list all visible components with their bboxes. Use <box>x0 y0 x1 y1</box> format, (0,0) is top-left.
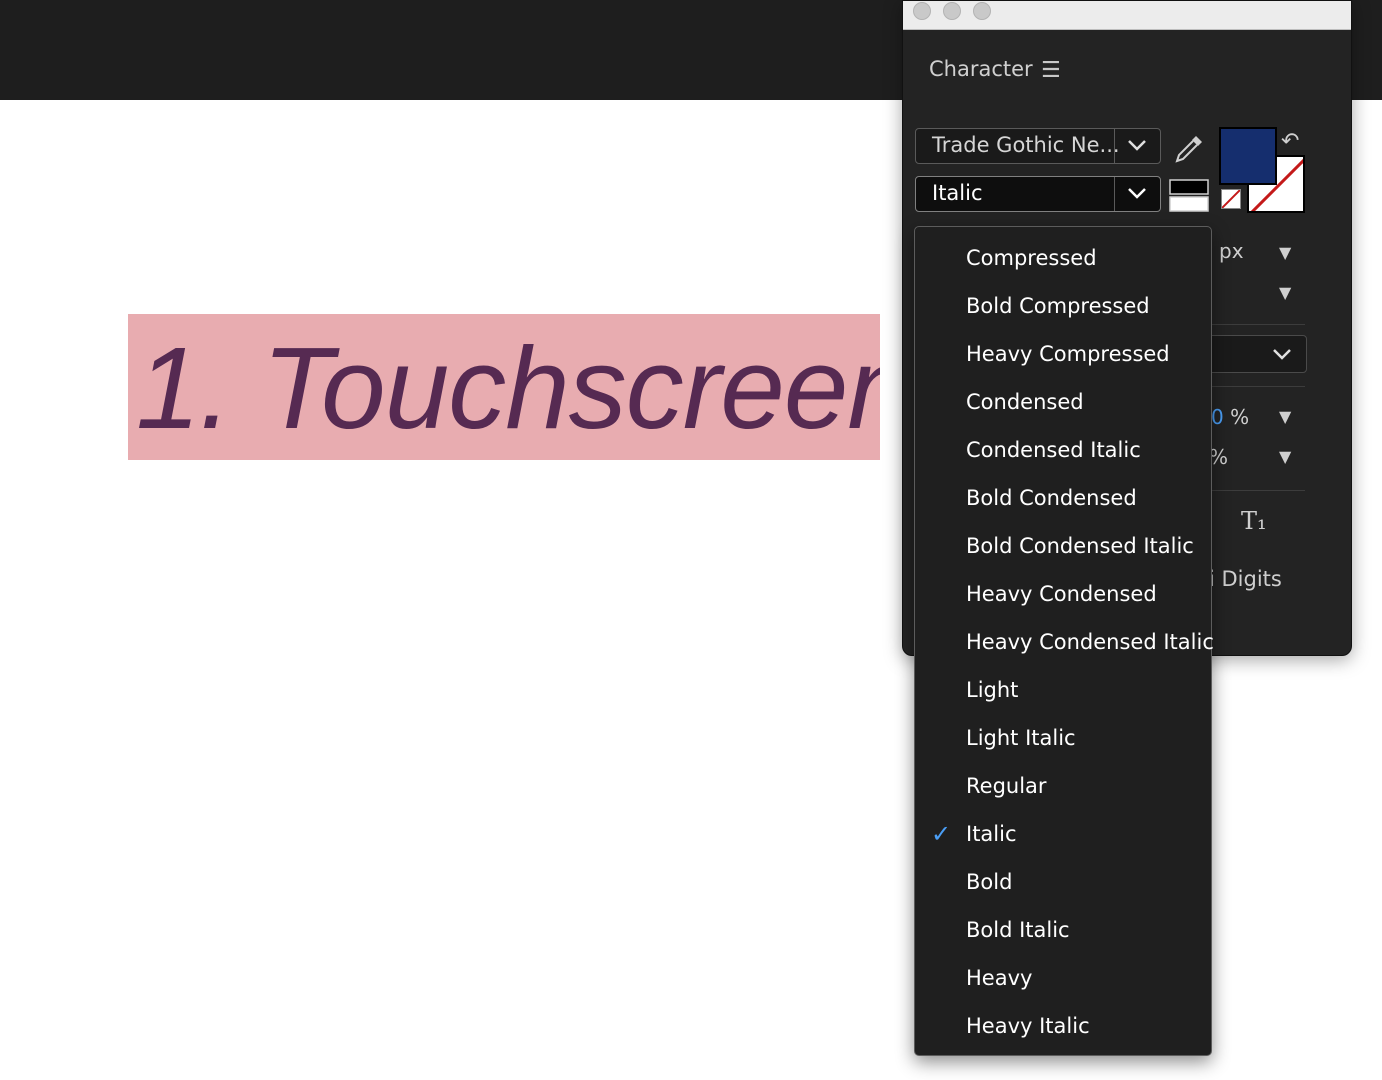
font-family-value: Trade Gothic Ne... <box>932 133 1120 157</box>
menu-item-bold[interactable]: Bold <box>915 858 1211 906</box>
subscript-icon[interactable]: T₁ <box>1241 507 1267 535</box>
menu-item-heavy-condensed-italic[interactable]: Heavy Condensed Italic <box>915 618 1214 666</box>
panel-titlebar[interactable] <box>903 1 1351 30</box>
minimize-window-button[interactable] <box>943 2 961 20</box>
menu-item-heavy-italic[interactable]: Heavy Italic <box>915 1002 1211 1050</box>
menu-item-light[interactable]: Light <box>915 666 1211 714</box>
menu-item-bold-condensed[interactable]: Bold Condensed <box>915 474 1211 522</box>
horizontal-scale-arrow-icon[interactable]: ▼ <box>1279 447 1291 466</box>
leading-dropdown-arrow-icon[interactable]: ▼ <box>1279 283 1291 302</box>
menu-item-label: Heavy Condensed Italic <box>966 630 1214 654</box>
menu-item-compressed[interactable]: Compressed <box>915 234 1211 282</box>
menu-item-heavy[interactable]: Heavy <box>915 954 1211 1002</box>
checkmark-icon: ✓ <box>931 820 952 848</box>
menu-item-label: Condensed <box>966 390 1084 414</box>
eyedropper-icon[interactable] <box>1171 131 1207 167</box>
menu-item-label: Heavy Compressed <box>966 342 1170 366</box>
zoom-window-button[interactable] <box>973 2 991 20</box>
menu-item-label: Condensed Italic <box>966 438 1141 462</box>
menu-item-label: Bold Condensed <box>966 486 1137 510</box>
menu-item-label: Heavy Condensed <box>966 582 1157 606</box>
menu-item-label: Compressed <box>966 246 1097 270</box>
fill-color-swatch[interactable] <box>1219 127 1277 185</box>
menu-item-label: Heavy Italic <box>966 1014 1090 1038</box>
chevron-down-icon <box>1273 349 1291 360</box>
vertical-scale-arrow-icon[interactable]: ▼ <box>1279 407 1291 426</box>
menu-item-heavy-condensed[interactable]: Heavy Condensed <box>915 570 1211 618</box>
font-family-dropdown[interactable]: Trade Gothic Ne... <box>915 128 1161 164</box>
menu-item-label: Regular <box>966 774 1047 798</box>
kerning-dropdown[interactable] <box>1203 335 1307 373</box>
menu-item-condensed-italic[interactable]: Condensed Italic <box>915 426 1211 474</box>
chevron-down-icon[interactable] <box>1115 179 1159 212</box>
canvas-text-layer[interactable]: 1. Touchscreen <box>128 314 880 460</box>
menu-item-light-italic[interactable]: Light Italic <box>915 714 1211 762</box>
swap-colors-icon[interactable]: ↶ <box>1281 129 1299 154</box>
menu-item-condensed[interactable]: Condensed <box>915 378 1211 426</box>
size-unit-label: px <box>1219 239 1244 263</box>
no-color-icon[interactable] <box>1221 189 1241 209</box>
menu-item-bold-condensed-italic[interactable]: Bold Condensed Italic <box>915 522 1211 570</box>
menu-item-label: Heavy <box>966 966 1033 990</box>
chevron-down-icon[interactable] <box>1115 131 1159 164</box>
menu-item-bold-compressed[interactable]: Bold Compressed <box>915 282 1211 330</box>
menu-item-label: Bold <box>966 870 1013 894</box>
vertical-scale-value: 0 <box>1211 405 1224 429</box>
menu-item-label: Bold Italic <box>966 918 1070 942</box>
hamburger-menu-icon[interactable]: ☰ <box>1041 59 1061 83</box>
menu-item-heavy-compressed[interactable]: Heavy Compressed <box>915 330 1211 378</box>
menu-item-italic[interactable]: ✓ Italic <box>915 810 1211 858</box>
menu-item-bold-italic[interactable]: Bold Italic <box>915 906 1211 954</box>
font-style-value: Italic <box>932 181 983 205</box>
vertical-scale-unit: % <box>1230 405 1250 429</box>
menu-item-regular[interactable]: Regular <box>915 762 1211 810</box>
menu-item-label: Italic <box>966 822 1017 846</box>
menu-item-label: Bold Compressed <box>966 294 1150 318</box>
font-style-dropdown[interactable]: Italic <box>915 176 1161 212</box>
panel-title: Character <box>929 57 1033 81</box>
canvas-text-content: 1. Touchscreen <box>136 323 880 453</box>
vertical-scale-field[interactable]: 0 % <box>1211 405 1249 429</box>
close-window-button[interactable] <box>913 2 931 20</box>
size-dropdown-arrow-icon[interactable]: ▼ <box>1279 243 1291 262</box>
font-style-menu[interactable]: Compressed Bold Compressed Heavy Compresse… <box>914 226 1214 1056</box>
fill-stroke-toggle-icon[interactable] <box>1169 179 1209 212</box>
menu-item-label: Light <box>966 678 1019 702</box>
menu-item-label: Light Italic <box>966 726 1076 750</box>
menu-item-label: Bold Condensed Italic <box>966 534 1194 558</box>
hindi-digits-label[interactable]: i Digits <box>1209 567 1282 591</box>
